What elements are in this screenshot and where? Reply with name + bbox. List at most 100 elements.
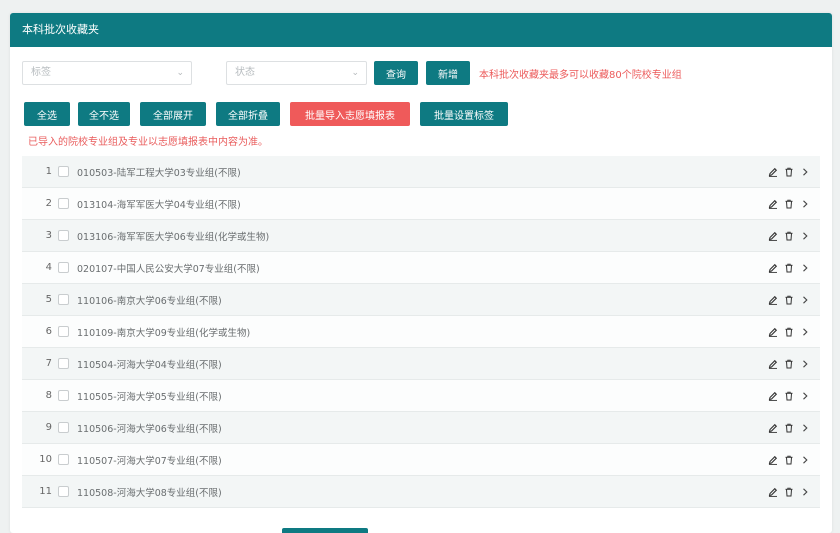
chevron-right-icon[interactable]	[800, 167, 810, 177]
item-number: 5	[45, 294, 52, 305]
item-actions	[768, 487, 820, 497]
status-select-placeholder: 状态	[235, 67, 255, 78]
collapse-all-button[interactable]: 全部折叠	[216, 102, 280, 126]
item-number: 9	[45, 422, 52, 433]
item-label: 110508-河海大学08专业组(不限)	[77, 487, 222, 499]
trash-icon[interactable]	[784, 423, 794, 433]
item-actions	[768, 391, 820, 401]
select-none-button[interactable]: 全不选	[78, 102, 130, 126]
list-item[interactable]: 3 013106-海军军医大学06专业组(化学或生物)	[22, 220, 820, 252]
tag-select[interactable]: 标签 ⌄	[22, 61, 192, 85]
item-label: 110109-南京大学09专业组(化学或生物)	[77, 327, 251, 339]
item-actions	[768, 231, 820, 241]
select-all-button[interactable]: 全选	[24, 102, 70, 126]
chevron-right-icon[interactable]	[800, 199, 810, 209]
query-button[interactable]: 查询	[374, 61, 418, 85]
item-number: 1	[45, 166, 52, 177]
item-checkbox[interactable]	[58, 486, 69, 497]
edit-icon[interactable]	[768, 423, 778, 433]
edit-icon[interactable]	[768, 391, 778, 401]
chevron-down-icon: ⌄	[351, 68, 359, 78]
trash-icon[interactable]	[784, 359, 794, 369]
item-checkbox[interactable]	[58, 230, 69, 241]
trash-icon[interactable]	[784, 327, 794, 337]
card-title: 本科批次收藏夹	[10, 13, 832, 47]
item-actions	[768, 423, 820, 433]
limit-note: 本科批次收藏夹最多可以收藏80个院校专业组	[479, 69, 682, 81]
list-item[interactable]: 6 110109-南京大学09专业组(化学或生物)	[22, 316, 820, 348]
chevron-right-icon[interactable]	[800, 263, 810, 273]
trash-icon[interactable]	[784, 487, 794, 497]
add-button[interactable]: 新增	[426, 61, 470, 85]
group-list: 1 010503-陆军工程大学03专业组(不限) 2 013104-海军军医大学…	[22, 156, 820, 508]
trash-icon[interactable]	[784, 199, 794, 209]
item-actions	[768, 263, 820, 273]
item-checkbox[interactable]	[58, 390, 69, 401]
chevron-right-icon[interactable]	[800, 391, 810, 401]
item-actions	[768, 455, 820, 465]
item-checkbox[interactable]	[58, 422, 69, 433]
edit-icon[interactable]	[768, 199, 778, 209]
import-hint: 已导入的院校专业组及专业以志愿填报表中内容为准。	[28, 137, 268, 148]
chevron-right-icon[interactable]	[800, 359, 810, 369]
status-select[interactable]: 状态 ⌄	[226, 61, 367, 85]
list-item[interactable]: 1 010503-陆军工程大学03专业组(不限)	[22, 156, 820, 188]
item-actions	[768, 167, 820, 177]
list-item[interactable]: 8 110505-河海大学05专业组(不限)	[22, 380, 820, 412]
item-label: 013106-海军军医大学06专业组(化学或生物)	[77, 231, 270, 243]
item-checkbox[interactable]	[58, 198, 69, 209]
edit-icon[interactable]	[768, 231, 778, 241]
item-actions	[768, 359, 820, 369]
chevron-right-icon[interactable]	[800, 231, 810, 241]
item-actions	[768, 199, 820, 209]
item-label: 110106-南京大学06专业组(不限)	[77, 295, 222, 307]
list-item[interactable]: 11 110508-河海大学08专业组(不限)	[22, 476, 820, 508]
item-checkbox[interactable]	[58, 166, 69, 177]
item-checkbox[interactable]	[58, 262, 69, 273]
item-label: 110505-河海大学05专业组(不限)	[77, 391, 222, 403]
list-item[interactable]: 5 110106-南京大学06专业组(不限)	[22, 284, 820, 316]
item-number: 4	[45, 262, 52, 273]
edit-icon[interactable]	[768, 487, 778, 497]
batch-tag-button[interactable]: 批量设置标签	[420, 102, 508, 126]
item-actions	[768, 327, 820, 337]
list-item[interactable]: 9 110506-河海大学06专业组(不限)	[22, 412, 820, 444]
trash-icon[interactable]	[784, 455, 794, 465]
edit-icon[interactable]	[768, 359, 778, 369]
item-label: 020107-中国人民公安大学07专业组(不限)	[77, 263, 260, 275]
bottom-button[interactable]	[282, 528, 368, 533]
filter-row: 标签 ⌄ 状态 ⌄ 查询 新增 本科批次收藏夹最多可以收藏80个院校专业组	[22, 61, 682, 85]
trash-icon[interactable]	[784, 263, 794, 273]
edit-icon[interactable]	[768, 327, 778, 337]
item-label: 013104-海军军医大学04专业组(不限)	[77, 199, 241, 211]
trash-icon[interactable]	[784, 295, 794, 305]
batch-import-button[interactable]: 批量导入志愿填报表	[290, 102, 410, 126]
edit-icon[interactable]	[768, 455, 778, 465]
list-item[interactable]: 7 110504-河海大学04专业组(不限)	[22, 348, 820, 380]
chevron-right-icon[interactable]	[800, 423, 810, 433]
list-item[interactable]: 4 020107-中国人民公安大学07专业组(不限)	[22, 252, 820, 284]
item-label: 110506-河海大学06专业组(不限)	[77, 423, 222, 435]
item-checkbox[interactable]	[58, 454, 69, 465]
item-checkbox[interactable]	[58, 326, 69, 337]
chevron-right-icon[interactable]	[800, 487, 810, 497]
trash-icon[interactable]	[784, 231, 794, 241]
trash-icon[interactable]	[784, 167, 794, 177]
item-number: 6	[45, 326, 52, 337]
edit-icon[interactable]	[768, 295, 778, 305]
chevron-right-icon[interactable]	[800, 455, 810, 465]
trash-icon[interactable]	[784, 391, 794, 401]
item-number: 10	[39, 454, 52, 465]
item-actions	[768, 295, 820, 305]
list-item[interactable]: 10 110507-河海大学07专业组(不限)	[22, 444, 820, 476]
item-label: 110507-河海大学07专业组(不限)	[77, 455, 222, 467]
chevron-right-icon[interactable]	[800, 295, 810, 305]
expand-all-button[interactable]: 全部展开	[140, 102, 206, 126]
chevron-right-icon[interactable]	[800, 327, 810, 337]
item-checkbox[interactable]	[58, 294, 69, 305]
item-checkbox[interactable]	[58, 358, 69, 369]
edit-icon[interactable]	[768, 167, 778, 177]
item-number: 7	[45, 358, 52, 369]
list-item[interactable]: 2 013104-海军军医大学04专业组(不限)	[22, 188, 820, 220]
edit-icon[interactable]	[768, 263, 778, 273]
